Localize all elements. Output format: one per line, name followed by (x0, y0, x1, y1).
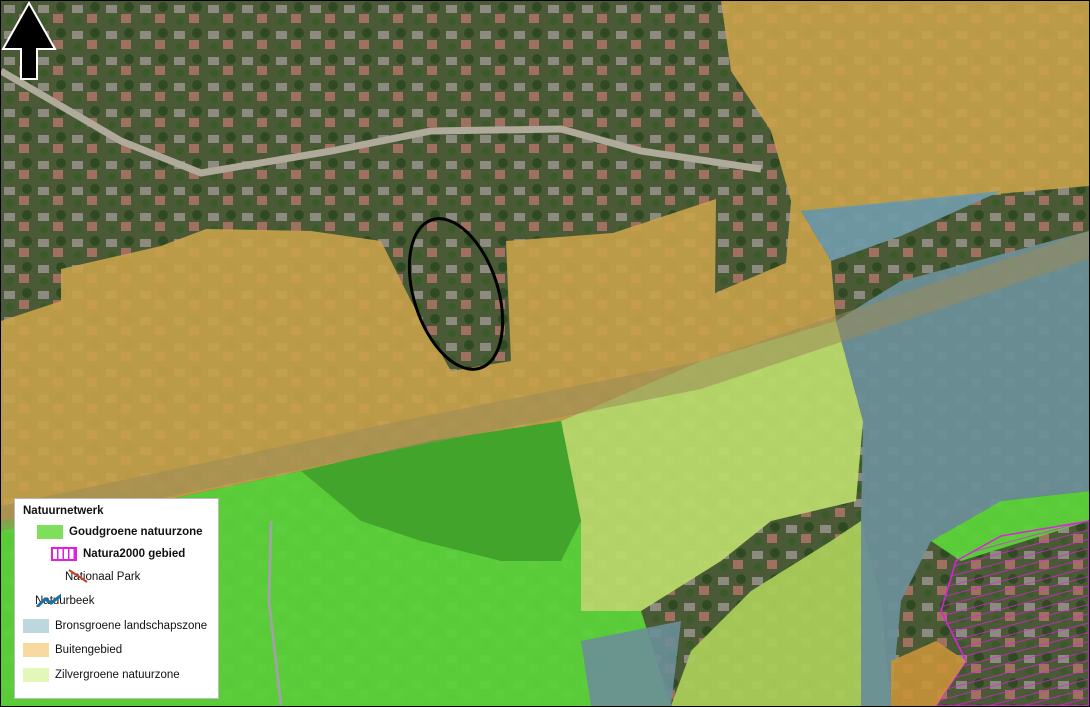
legend-item-nationaal-park: Nationaal Park (65, 569, 140, 585)
legend-swatch-bronsgroene (23, 619, 49, 633)
legend-item-buitengebied: Buitengebied (23, 642, 122, 658)
legend-swatch-natura2000 (51, 547, 77, 561)
legend-swatch-zilvergroene (23, 668, 49, 682)
legend-item-zilvergroene: Zilvergroene natuurzone (23, 667, 180, 683)
legend-label: Natura2000 gebied (83, 548, 186, 560)
stream-line-icon (35, 593, 61, 607)
legend-item-goudgroene: Goudgroene natuurzone (37, 524, 203, 540)
legend-item-natura2000: Natura2000 gebied (51, 546, 185, 562)
legend-swatch-buitengebied (23, 643, 49, 657)
legend-item-bronsgroene: Bronsgroene landschapszone (23, 618, 207, 634)
legend-swatch-goudgroene (37, 525, 63, 539)
north-arrow-icon (1, 1, 57, 80)
legend-label: Buitengebied (55, 644, 123, 656)
legend-title: Natuurnetwerk (23, 505, 104, 517)
map-legend: Natuurnetwerk Goudgroene natuurzone Natu… (14, 498, 219, 699)
legend-label: Bronsgroene landschapszone (55, 620, 208, 632)
map-canvas[interactable]: Natuurnetwerk Goudgroene natuurzone Natu… (0, 0, 1090, 707)
legend-label: Goudgroene natuurzone (69, 526, 203, 538)
legend-label: Zilvergroene natuurzone (55, 669, 180, 681)
legend-item-natuurbeek: Natuurbeek (35, 593, 94, 609)
legend-swatch-nationaal-park (68, 569, 88, 583)
